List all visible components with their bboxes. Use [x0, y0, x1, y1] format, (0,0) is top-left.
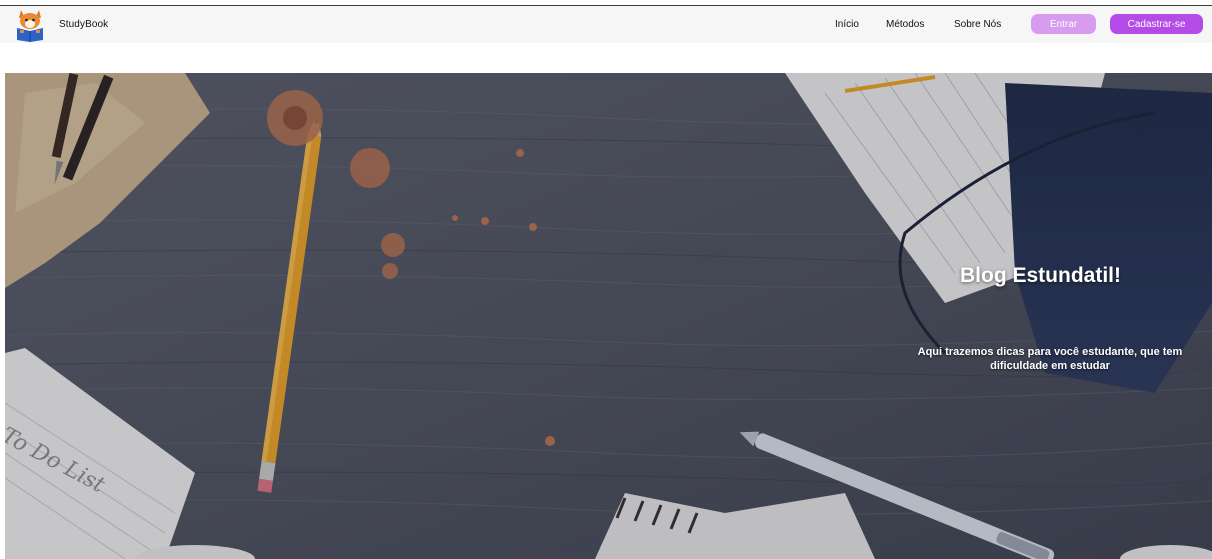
fox-reading-book-icon[interactable]: [14, 6, 46, 42]
hero-background-image: [5, 73, 1212, 559]
hero-banner: To Do List Blog Estundatil! Aqui trazemo…: [5, 73, 1212, 559]
login-button[interactable]: Entrar: [1031, 14, 1096, 34]
signup-button[interactable]: Cadastrar-se: [1110, 14, 1203, 34]
hero-subtitle: Aqui trazemos dicas para você estudante,…: [917, 346, 1183, 372]
nav-link-inicio[interactable]: Início: [835, 19, 859, 30]
brand-name[interactable]: StudyBook: [59, 19, 108, 30]
navbar: StudyBook Início Métodos Sobre Nós Entra…: [0, 6, 1212, 43]
hero-title: Blog Estundatil!: [960, 264, 1121, 287]
nav-link-sobre-nos[interactable]: Sobre Nós: [954, 19, 1001, 30]
nav-link-metodos[interactable]: Métodos: [886, 19, 924, 30]
